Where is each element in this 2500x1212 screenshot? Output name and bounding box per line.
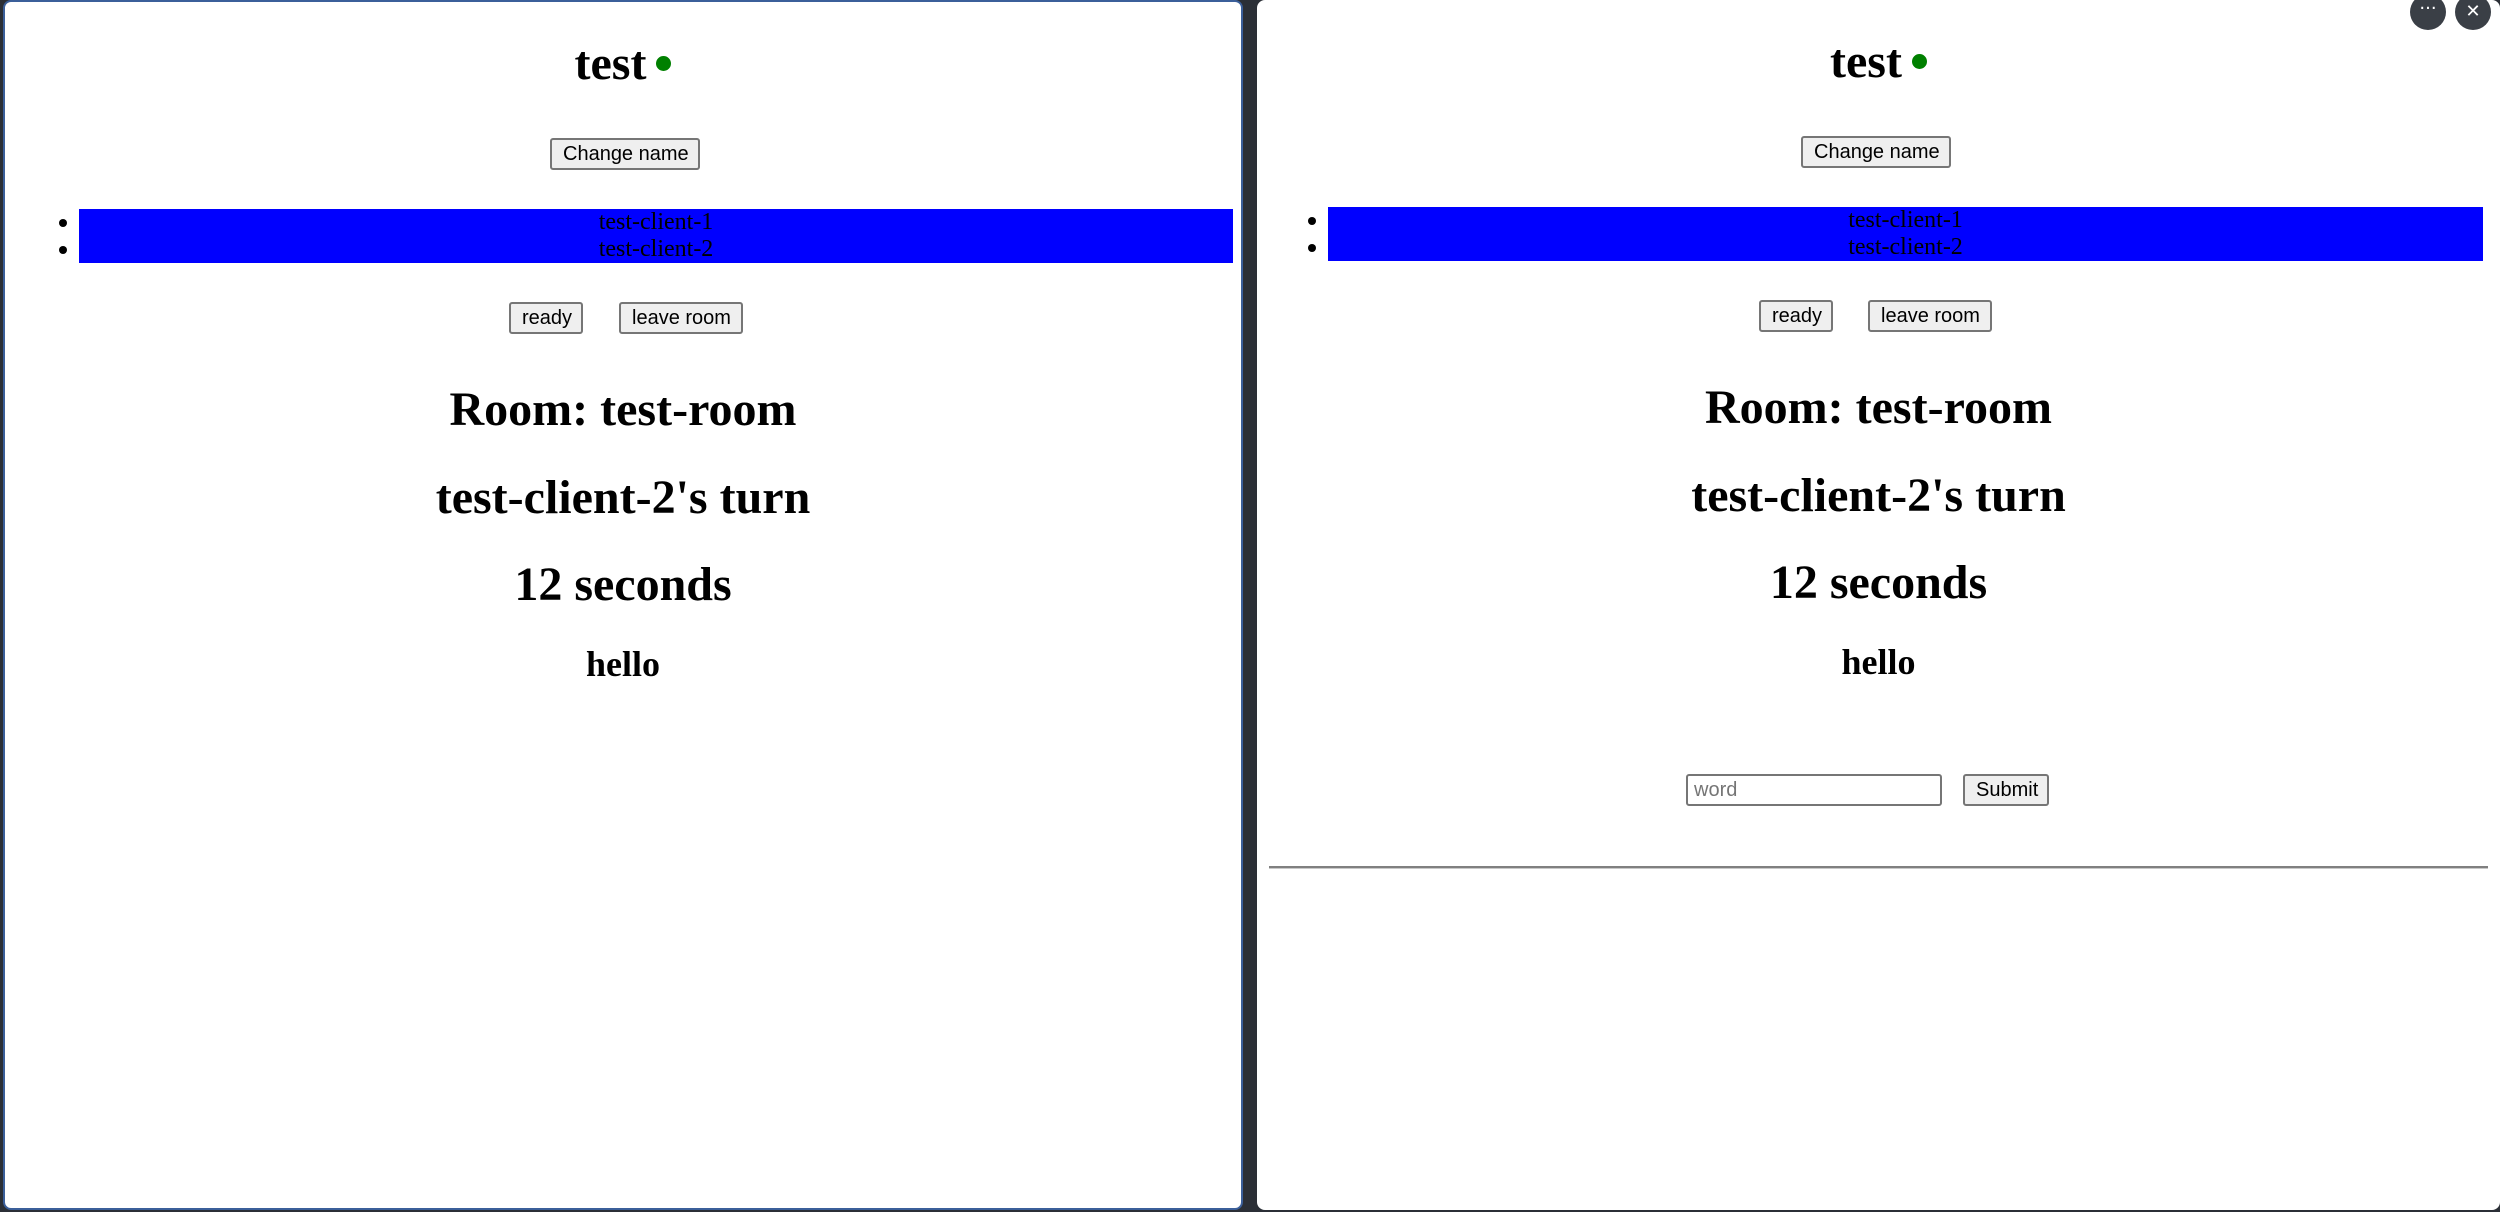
right-browser-window: test Change name test-client-1 test-clie…	[1257, 0, 2500, 1210]
left-browser-window: test Change name test-client-1 test-clie…	[3, 0, 1243, 1210]
app-header: test	[5, 34, 1241, 94]
current-word: hello	[1841, 642, 1916, 682]
player-name: test-client-2	[598, 236, 714, 262]
bullet-icon	[59, 246, 67, 254]
turn-label: test-client-2's turn	[435, 471, 811, 524]
player-list-item: test-client-1	[59, 209, 1233, 236]
app-title: test	[574, 37, 647, 90]
turn-label: test-client-2's turn	[1691, 469, 2066, 522]
current-word: hello	[585, 644, 660, 684]
leave-room-button[interactable]: leave room	[619, 302, 743, 334]
change-name-button[interactable]: Change name	[1801, 136, 1951, 168]
close-window-button[interactable]: ✕	[2455, 0, 2491, 30]
more-options-button[interactable]: ···	[2410, 0, 2446, 30]
bullet-icon	[59, 219, 67, 227]
ready-button[interactable]: ready	[1759, 300, 1833, 332]
player-name: test-client-1	[598, 209, 714, 235]
bullet-icon	[1308, 217, 1316, 225]
timer-label: 12 seconds	[1769, 556, 1988, 609]
divider	[1269, 866, 2488, 869]
player-list: test-client-1 test-client-2	[59, 209, 1233, 263]
online-status-dot	[1911, 54, 1927, 70]
player-list-item: test-client-2	[59, 236, 1233, 263]
ready-button[interactable]: ready	[509, 302, 583, 334]
online-status-dot	[656, 56, 672, 72]
leave-room-button[interactable]: leave room	[1868, 300, 1992, 332]
submit-button[interactable]: Submit	[1963, 774, 2049, 806]
player-list-item: test-client-2	[1308, 234, 2483, 261]
timer-label: 12 seconds	[514, 558, 732, 611]
bullet-icon	[1308, 244, 1316, 252]
more-horizontal-icon: ···	[2419, 0, 2437, 19]
player-name: test-client-2	[1848, 234, 1963, 260]
close-icon: ✕	[2465, 1, 2481, 22]
room-label: Room: test-room	[1705, 381, 2052, 434]
player-name: test-client-1	[1848, 207, 1963, 233]
app-title: test	[1830, 35, 1902, 88]
app-header: test	[1257, 32, 2500, 92]
word-input[interactable]	[1686, 774, 1942, 806]
room-label: Room: test-room	[449, 383, 797, 436]
player-list-item: test-client-1	[1308, 207, 2483, 234]
player-list: test-client-1 test-client-2	[1308, 207, 2483, 261]
change-name-button[interactable]: Change name	[550, 138, 700, 170]
